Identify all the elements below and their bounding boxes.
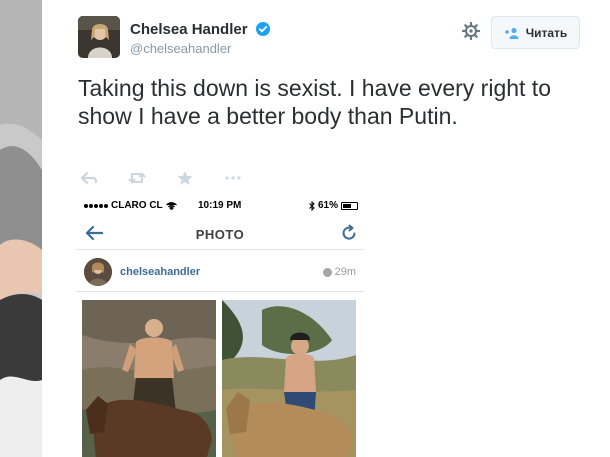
author-name[interactable]: Chelsea Handler — [130, 21, 270, 38]
tweet-media-image[interactable]: CLARO CL 10:19 PM 61% PHOTO chelseahandl… — [76, 194, 364, 457]
battery-percent: 61% — [317, 200, 338, 211]
author-handle[interactable]: @chelseahandler — [130, 41, 231, 56]
follow-button-label: Читать — [525, 25, 568, 40]
battery-icon — [341, 201, 358, 210]
tweet-actions — [80, 170, 242, 186]
favorite-icon[interactable] — [176, 170, 194, 186]
reply-icon[interactable] — [80, 170, 98, 186]
tweet-text: Taking this down is sexist. I have every… — [78, 75, 551, 129]
bluetooth-icon — [309, 200, 315, 211]
carrier-name: CLARO CL — [111, 200, 163, 211]
photo-header-title: PHOTO — [195, 227, 245, 242]
profile-background — [0, 0, 42, 457]
more-icon[interactable] — [224, 170, 242, 186]
signal-dots-icon — [84, 203, 108, 208]
post-age-text: 29m — [334, 266, 356, 278]
post-author-row: chelseahandler 29m — [76, 252, 364, 292]
wifi-icon — [165, 201, 177, 210]
add-user-icon — [504, 27, 519, 39]
phone-status-bar: CLARO CL 10:19 PM 61% — [76, 194, 364, 214]
tweet-card: Chelsea Handler @chelseahandler Читать T… — [42, 0, 610, 457]
verified-badge-icon — [255, 22, 270, 36]
retweet-icon[interactable] — [128, 170, 146, 186]
gear-icon[interactable] — [462, 22, 480, 40]
post-username[interactable]: chelseahandler — [120, 266, 200, 278]
status-time: 10:19 PM — [198, 200, 242, 211]
author-name-text[interactable]: Chelsea Handler — [130, 21, 248, 38]
post-author-avatar[interactable] — [84, 258, 112, 286]
author-avatar[interactable] — [78, 16, 120, 58]
refresh-icon[interactable] — [340, 224, 358, 242]
post-age: 29m — [322, 266, 356, 278]
photo-putin-horseback — [82, 300, 216, 457]
clock-icon — [322, 267, 332, 277]
follow-button[interactable]: Читать — [491, 16, 580, 49]
photo-header: PHOTO — [76, 218, 364, 250]
photo-handler-horseback — [222, 300, 356, 457]
